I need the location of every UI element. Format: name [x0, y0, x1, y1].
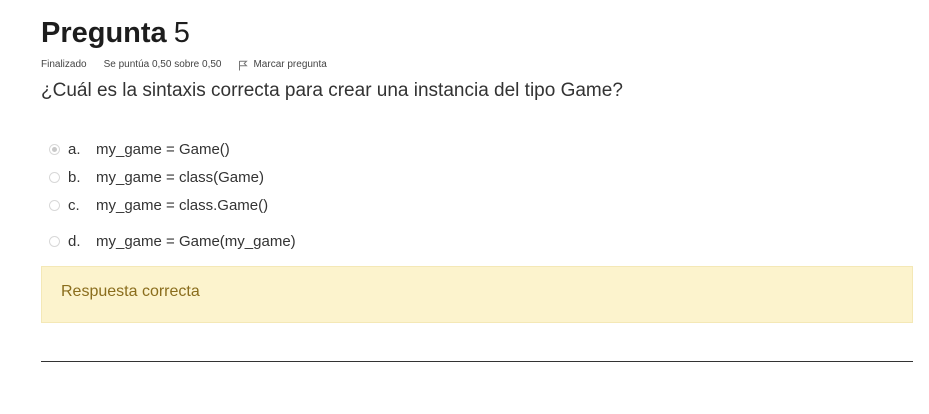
- question-heading: Pregunta 5: [41, 14, 190, 52]
- answer-text: my_game = class.Game(): [96, 196, 269, 214]
- answer-letter: a.: [68, 140, 81, 158]
- question-text: ¿Cuál es la sintaxis correcta para crear…: [41, 80, 623, 101]
- radio-icon[interactable]: [49, 235, 60, 247]
- answer-text: my_game = Game(my_game): [96, 232, 296, 250]
- feedback-text: Respuesta correcta: [61, 283, 200, 300]
- radio-icon[interactable]: [49, 171, 60, 183]
- question-grade: Se puntúa 0,50 sobre 0,50: [103, 59, 222, 70]
- answer-letter: b.: [68, 168, 81, 186]
- answer-option-a[interactable]: a. my_game = Game(): [49, 138, 230, 160]
- answer-letter: d.: [68, 232, 81, 250]
- flag-question-link[interactable]: Marcar pregunta: [238, 58, 327, 72]
- answer-letter: c.: [68, 196, 80, 214]
- answer-option-d[interactable]: d. my_game = Game(my_game): [49, 230, 296, 252]
- question-info: Finalizado Se puntúa 0,50 sobre 0,50 Mar…: [41, 58, 327, 72]
- answer-text: my_game = Game(): [96, 140, 230, 158]
- feedback-box: Respuesta correcta: [41, 266, 913, 323]
- question-title-word: Pregunta: [41, 17, 167, 49]
- quiz-question-page: Pregunta 5 Finalizado Se puntúa 0,50 sobr…: [0, 0, 929, 414]
- flag-icon: [239, 60, 249, 70]
- radio-icon[interactable]: [49, 199, 60, 211]
- divider: [41, 361, 913, 362]
- answer-option-b[interactable]: b. my_game = class(Game): [49, 166, 264, 188]
- answer-option-c[interactable]: c. my_game = class.Game(): [49, 194, 268, 216]
- question-status: Finalizado: [41, 59, 87, 70]
- flag-question-label: Marcar pregunta: [253, 59, 327, 70]
- answer-text: my_game = class(Game): [96, 168, 264, 186]
- radio-icon[interactable]: [49, 143, 60, 155]
- question-number: 5: [173, 17, 190, 49]
